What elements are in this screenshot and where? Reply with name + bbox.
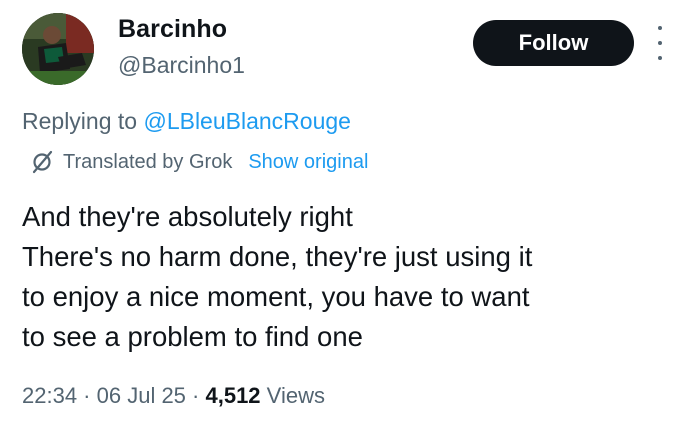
tweet-date[interactable]: 06 Jul 25 [97, 383, 186, 408]
follow-button[interactable]: Follow [473, 20, 634, 66]
show-original-link[interactable]: Show original [248, 151, 368, 174]
tweet-line: And they're absolutely right [22, 201, 353, 232]
reply-mention-link[interactable]: @LBleuBlancRouge [143, 108, 350, 134]
more-dot [658, 41, 662, 45]
replying-prefix: Replying to [22, 108, 138, 134]
author-handle[interactable]: @Barcinho1 [118, 52, 245, 79]
tweet-time[interactable]: 22:34 [22, 383, 77, 408]
replying-to: Replying to @LBleuBlancRouge [22, 108, 351, 135]
views-label: Views [266, 383, 325, 408]
translation-row: Translated by Grok Show original [22, 148, 368, 176]
tweet-line: There's no harm done, they're just using… [22, 241, 533, 272]
views-count: 4,512 [205, 383, 261, 408]
tweet-line: to see a problem to find one [22, 321, 363, 352]
tweet-line: to enjoy a nice moment, you have to want [22, 281, 530, 312]
tweet-meta: 22:34 · 06 Jul 25 · 4,512 Views [22, 383, 325, 408]
more-dot [658, 56, 662, 60]
more-dot [658, 26, 662, 30]
tweet-text: And they're absolutely right There's no … [22, 197, 682, 357]
more-options-icon[interactable] [653, 26, 667, 60]
author-display-name[interactable]: Barcinho [118, 15, 227, 44]
translate-icon [32, 150, 53, 174]
translated-by-label: Translated by Grok [63, 150, 233, 173]
avatar[interactable] [22, 13, 94, 85]
